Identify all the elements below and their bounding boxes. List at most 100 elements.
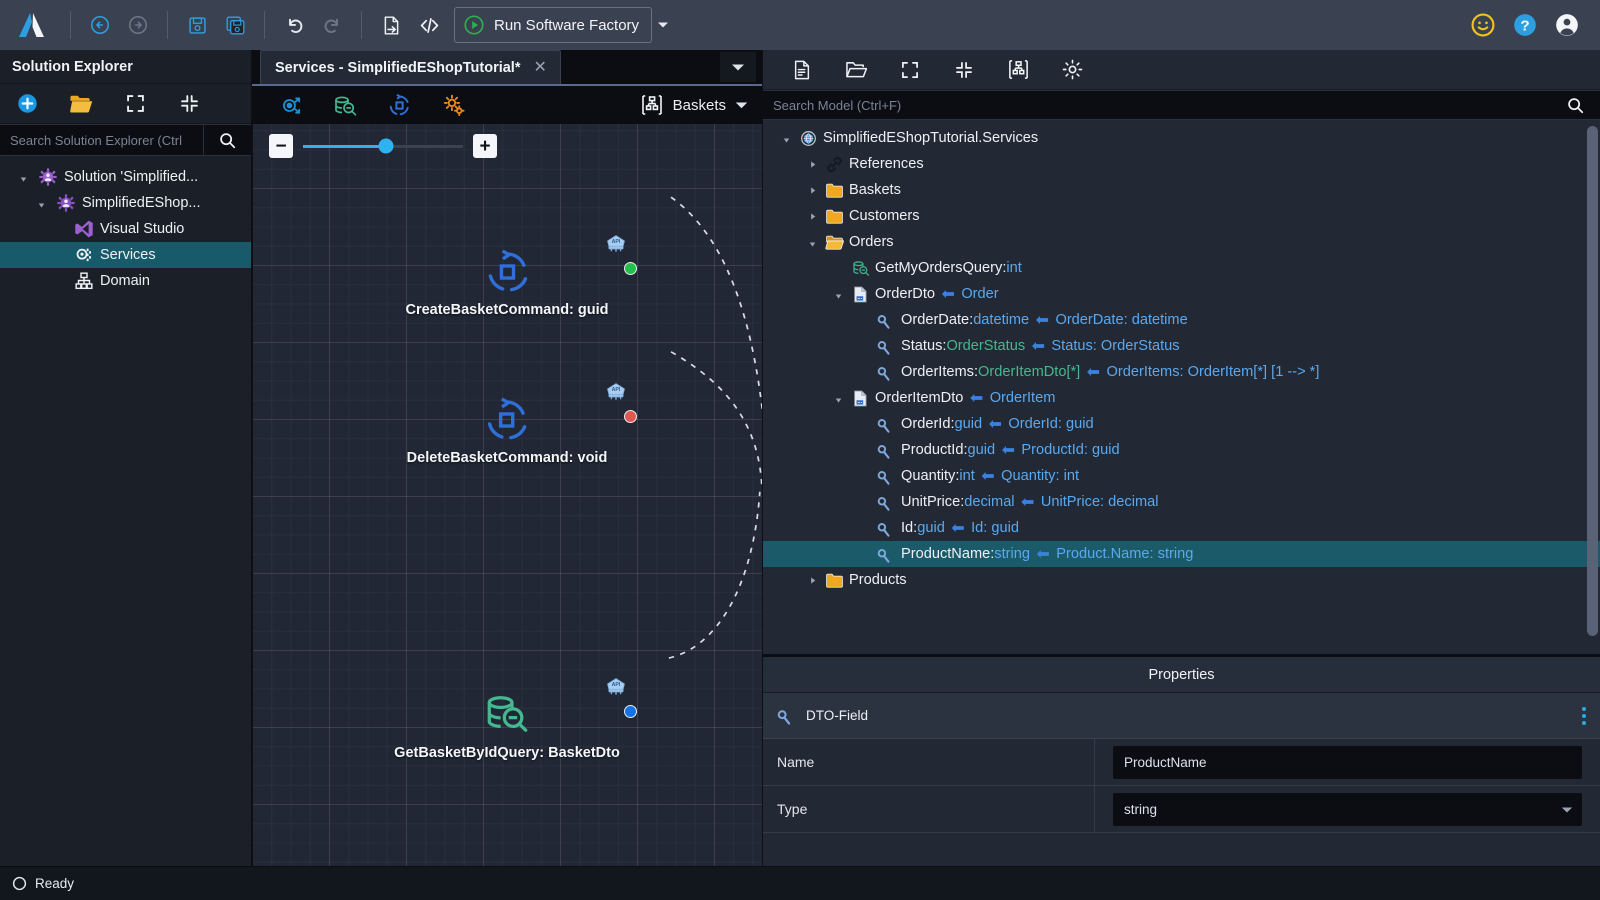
chevron-expanded-icon[interactable] bbox=[775, 133, 797, 144]
chevron-collapsed-icon[interactable] bbox=[801, 159, 823, 170]
open-model-button[interactable] bbox=[829, 51, 883, 89]
node-output-port[interactable] bbox=[624, 410, 637, 423]
chevron-down-icon[interactable] bbox=[1561, 802, 1573, 817]
kebab-menu-icon[interactable] bbox=[1582, 706, 1586, 725]
model-tree-row[interactable]: ProductName: string ⬅ Product.Name: stri… bbox=[763, 541, 1600, 567]
search-icon[interactable] bbox=[203, 125, 251, 155]
chevron-expanded-icon[interactable] bbox=[827, 393, 849, 404]
svg-text:API: API bbox=[612, 682, 621, 688]
select-tool-button[interactable] bbox=[264, 87, 318, 123]
solution-tree-item-solution-simplified[interactable]: Solution 'Simplified... bbox=[0, 164, 251, 190]
model-tree-row[interactable]: Status: OrderStatus ⬅ Status: OrderStatu… bbox=[763, 333, 1600, 359]
code-button[interactable] bbox=[410, 6, 448, 44]
expand-all-button[interactable] bbox=[883, 51, 937, 89]
model-tree-row[interactable]: SimplifiedEShopTutorial.Services bbox=[763, 125, 1600, 151]
model-tree-row[interactable]: Products bbox=[763, 567, 1600, 593]
chevron-collapsed-icon[interactable] bbox=[801, 185, 823, 196]
api-badge-icon[interactable]: API bbox=[605, 381, 627, 406]
solution-tree-item-simplifiedeshop[interactable]: SimplifiedEShop... bbox=[0, 190, 251, 216]
model-tree-row-label: Baskets bbox=[849, 182, 901, 198]
settings-button[interactable] bbox=[1045, 51, 1099, 89]
field-icon bbox=[875, 311, 897, 330]
expand-all-button[interactable] bbox=[108, 85, 162, 123]
zoom-out-button[interactable]: − bbox=[269, 134, 293, 158]
solution-explorer-search[interactable] bbox=[0, 124, 251, 156]
model-tree-row[interactable]: Baskets bbox=[763, 177, 1600, 203]
model-tree-row[interactable]: Id: guid ⬅ Id: guid bbox=[763, 515, 1600, 541]
diagram-node[interactable]: CreateBasketCommand: guid bbox=[405, 246, 609, 318]
help-icon[interactable]: ? bbox=[1512, 12, 1538, 38]
chevron-expanded-icon[interactable] bbox=[32, 198, 50, 209]
diagram-node[interactable]: GetBasketByIdQuery: BasketDto bbox=[394, 689, 620, 761]
query-tool-button[interactable] bbox=[318, 87, 372, 123]
workspace: Solution Explorer Search Solution Explor… bbox=[0, 50, 1600, 866]
model-tree-row[interactable]: OrderId: guid ⬅ OrderId: guid bbox=[763, 411, 1600, 437]
run-software-factory-button[interactable]: Run Software Factory bbox=[454, 7, 653, 43]
solution-tree-item-label: Domain bbox=[100, 273, 150, 289]
zoom-in-button[interactable]: + bbox=[473, 134, 497, 158]
new-model-button[interactable] bbox=[775, 51, 829, 89]
run-dropdown-caret-icon[interactable] bbox=[655, 7, 671, 43]
undo-button[interactable] bbox=[275, 6, 313, 44]
chevron-expanded-icon[interactable] bbox=[14, 172, 32, 183]
model-search-input[interactable] bbox=[763, 91, 1550, 119]
chevron-collapsed-icon[interactable] bbox=[801, 211, 823, 222]
zoom-slider[interactable] bbox=[303, 138, 463, 154]
collapse-all-button[interactable] bbox=[937, 51, 991, 89]
model-tree-scrollbar[interactable] bbox=[1587, 126, 1598, 636]
diagram-button[interactable] bbox=[991, 51, 1045, 89]
folder-icon bbox=[823, 181, 845, 200]
chevron-expanded-icon[interactable] bbox=[827, 289, 849, 300]
zoom-slider-handle[interactable] bbox=[378, 138, 394, 154]
export-button[interactable] bbox=[372, 6, 410, 44]
chevron-expanded-icon[interactable] bbox=[801, 237, 823, 248]
api-badge-icon[interactable]: API bbox=[605, 676, 627, 701]
model-tree-row-label: Id: bbox=[901, 520, 918, 536]
model-tree-row[interactable]: GetMyOrdersQuery: int bbox=[763, 255, 1600, 281]
model-tree-row-label: OrderItems: bbox=[901, 364, 979, 380]
model-tree-row[interactable]: Orders bbox=[763, 229, 1600, 255]
canvas-context-caret-down-icon[interactable] bbox=[735, 101, 748, 110]
model-tree-row[interactable]: ProductId: guid ⬅ ProductId: guid bbox=[763, 437, 1600, 463]
node-output-port[interactable] bbox=[624, 705, 637, 718]
tab-overflow-chevron-down-icon[interactable] bbox=[720, 52, 756, 82]
model-search[interactable] bbox=[763, 90, 1600, 120]
forward-button[interactable] bbox=[119, 6, 157, 44]
solution-tree-item-services[interactable]: Services bbox=[0, 242, 251, 268]
collapse-all-button[interactable] bbox=[162, 85, 216, 123]
diagram-canvas[interactable]: − + CreateBasketCommand: guid API DeleteBa… bbox=[252, 124, 762, 866]
model-tree-row[interactable]: Quantity: int ⬅ Quantity: int bbox=[763, 463, 1600, 489]
zoom-control[interactable]: − + bbox=[269, 134, 497, 158]
model-tree-row[interactable]: OrderDate: datetime ⬅ OrderDate: datetim… bbox=[763, 307, 1600, 333]
save-button[interactable] bbox=[178, 6, 216, 44]
feedback-icon[interactable] bbox=[1470, 12, 1496, 38]
solution-tree-item-visual-studio[interactable]: Visual Studio bbox=[0, 216, 251, 242]
canvas-context-selector[interactable]: Baskets bbox=[640, 93, 762, 117]
save-all-button[interactable] bbox=[216, 6, 254, 44]
api-badge-icon[interactable]: API bbox=[605, 233, 627, 258]
back-button[interactable] bbox=[81, 6, 119, 44]
editor-tab[interactable]: Services - SimplifiedEShopTutorial* ✕ bbox=[260, 50, 561, 84]
model-tree-row[interactable]: OrderDto ⬅ Order bbox=[763, 281, 1600, 307]
node-output-port[interactable] bbox=[624, 262, 637, 275]
property-name-input[interactable]: ProductName bbox=[1113, 745, 1582, 779]
redo-button[interactable] bbox=[313, 6, 351, 44]
model-tree-row[interactable]: OrderItemDto ⬅ OrderItem bbox=[763, 385, 1600, 411]
model-tree-row[interactable]: UnitPrice: decimal ⬅ UnitPrice: decimal bbox=[763, 489, 1600, 515]
diagram-node[interactable]: DeleteBasketCommand: void bbox=[407, 394, 607, 466]
settings-tool-button[interactable] bbox=[426, 87, 480, 123]
model-tree-row[interactable]: OrderItems: OrderItemDto[*] ⬅ OrderItems… bbox=[763, 359, 1600, 385]
open-folder-button[interactable] bbox=[54, 85, 108, 123]
add-item-button[interactable] bbox=[0, 85, 54, 123]
search-icon[interactable] bbox=[1550, 91, 1600, 119]
property-type-select[interactable]: string bbox=[1113, 792, 1582, 826]
chevron-collapsed-icon[interactable] bbox=[801, 575, 823, 586]
search-input[interactable] bbox=[0, 125, 203, 155]
account-icon[interactable] bbox=[1554, 12, 1580, 38]
command-tool-button[interactable] bbox=[372, 87, 426, 123]
close-icon[interactable]: ✕ bbox=[530, 58, 549, 78]
model-tree-row[interactable]: Customers bbox=[763, 203, 1600, 229]
solution-tree-item-domain[interactable]: Domain bbox=[0, 268, 251, 294]
mapping-arrow-left-icon: ⬅ bbox=[937, 286, 960, 303]
model-tree-row[interactable]: References bbox=[763, 151, 1600, 177]
